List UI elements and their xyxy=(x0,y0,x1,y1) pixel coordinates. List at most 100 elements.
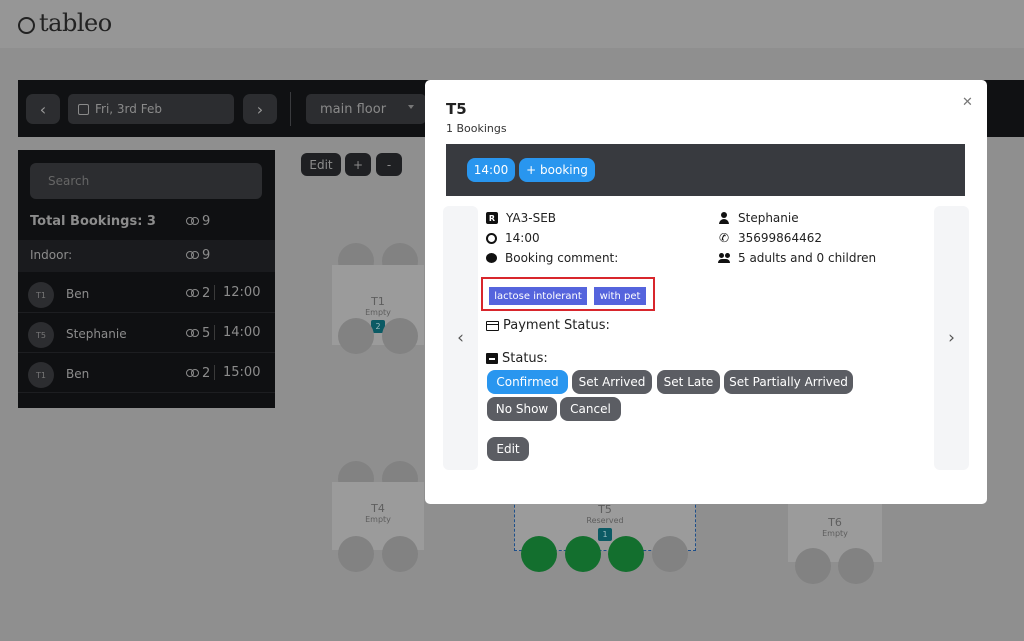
section-people: 9 xyxy=(186,248,210,263)
tag-with-pet[interactable]: with pet xyxy=(594,287,646,305)
chair xyxy=(652,536,688,572)
search-placeholder: Search xyxy=(48,174,90,188)
bookings-sidebar: Search Total Bookings: 3 9 Indoor: 9 T1 … xyxy=(18,150,275,408)
floor-edit-button[interactable]: Edit xyxy=(301,153,341,176)
set-partially-arrived-button[interactable]: Set Partially Arrived xyxy=(724,370,853,394)
table-booking-modal: T5 1 Bookings ✕ 14:00 + booking ‹ › R YA… xyxy=(425,80,987,504)
no-show-button[interactable]: No Show xyxy=(487,397,557,421)
people-icon xyxy=(186,328,199,339)
total-people: 9 xyxy=(186,214,210,229)
table-avatar: T1 xyxy=(28,282,54,308)
booking-time: 14:00 xyxy=(214,325,260,340)
archive-box-icon xyxy=(486,353,498,364)
phone-icon: ✆ xyxy=(718,231,730,245)
time-slot-pill[interactable]: 14:00 xyxy=(467,158,515,182)
party-size-value: 5 adults and 0 children xyxy=(738,251,877,265)
booking-row[interactable]: T5 Stephanie 5 14:00 xyxy=(18,313,275,353)
booking-row[interactable]: T1 Ben 2 12:00 xyxy=(18,273,275,313)
table-count-badge: 1 xyxy=(598,528,612,541)
add-booking-button[interactable]: + booking xyxy=(519,158,595,182)
status-label: Status: xyxy=(502,351,548,366)
chair xyxy=(382,318,418,354)
set-arrived-button[interactable]: Set Arrived xyxy=(572,370,652,394)
cancel-button[interactable]: Cancel xyxy=(560,397,621,421)
edit-booking-button[interactable]: Edit xyxy=(487,437,529,461)
guest-count-value: 2 xyxy=(202,286,211,301)
table-avatar: T5 xyxy=(28,322,54,348)
next-day-button[interactable]: › xyxy=(243,94,277,124)
floor-select[interactable]: main floor xyxy=(306,94,426,124)
guest-name: Stephanie xyxy=(66,327,127,341)
booking-time-bar: 14:00 + booking xyxy=(446,144,965,196)
chevron-left-icon: ‹ xyxy=(457,328,464,348)
guest-name-row: Stephanie xyxy=(718,211,799,225)
prev-day-button[interactable]: ‹ xyxy=(26,94,60,124)
chair xyxy=(338,536,374,572)
user-icon xyxy=(718,212,730,224)
modal-title: T5 xyxy=(446,100,467,118)
close-icon[interactable]: ✕ xyxy=(962,95,973,110)
party-size-row: 5 adults and 0 children xyxy=(718,251,876,265)
table-name: T1 xyxy=(371,295,385,308)
chair xyxy=(338,318,374,354)
people-icon xyxy=(186,288,199,299)
tag-lactose-intolerant[interactable]: lactose intolerant xyxy=(489,287,587,305)
chair-occupied xyxy=(565,536,601,572)
phone-row: ✆ 35699864462 xyxy=(718,231,822,245)
table-status: Empty xyxy=(365,515,391,524)
zoom-out-button[interactable]: - xyxy=(376,153,402,176)
people-icon xyxy=(186,368,199,379)
zoom-in-button[interactable]: + xyxy=(345,153,371,176)
guest-count: 2 xyxy=(186,366,210,381)
table-status: Empty xyxy=(822,529,848,538)
logo-text: tableo xyxy=(39,9,112,37)
carousel-next-button[interactable]: › xyxy=(934,206,969,470)
booking-comment-label: Booking comment: xyxy=(505,251,619,265)
booking-time: 15:00 xyxy=(214,365,260,380)
table-name: T6 xyxy=(828,516,842,529)
chair xyxy=(795,548,831,584)
table-name: T4 xyxy=(371,502,385,515)
status-confirmed-button[interactable]: Confirmed xyxy=(487,370,568,394)
alarm-clock-icon xyxy=(486,232,497,244)
booking-row[interactable]: T1 Ben 2 15:00 xyxy=(18,353,275,393)
carousel-prev-button[interactable]: ‹ xyxy=(443,206,478,470)
guest-count: 2 xyxy=(186,286,210,301)
chair-occupied xyxy=(521,536,557,572)
reservation-icon: R xyxy=(486,212,498,224)
chevron-right-icon: › xyxy=(948,328,955,348)
credit-card-icon xyxy=(486,320,499,331)
guest-count-value: 2 xyxy=(202,366,211,381)
booking-code: YA3-SEB xyxy=(506,211,557,225)
guest-name: Ben xyxy=(66,287,90,301)
guest-count-value: 5 xyxy=(202,326,211,341)
table-status: Reserved xyxy=(586,516,624,525)
section-label: Indoor: xyxy=(30,248,73,262)
date-picker[interactable]: Fri, 3rd Feb xyxy=(68,94,234,124)
table-name: T5 xyxy=(598,503,612,516)
chevron-right-icon: › xyxy=(256,99,264,119)
people-icon xyxy=(186,216,199,227)
set-late-button[interactable]: Set Late xyxy=(657,370,720,394)
date-label: Fri, 3rd Feb xyxy=(95,102,162,116)
toolbar-divider xyxy=(290,92,291,126)
total-people-count: 9 xyxy=(202,214,211,229)
payment-status-label: Payment Status: xyxy=(503,318,610,333)
logo[interactable]: tableo xyxy=(18,9,112,37)
table-avatar: T1 xyxy=(28,362,54,388)
booking-time-value: 14:00 xyxy=(505,231,540,245)
total-bookings-label: Total Bookings: 3 xyxy=(30,214,156,229)
search-input[interactable]: Search xyxy=(30,163,262,199)
booking-time-row: 14:00 xyxy=(486,231,540,245)
chair xyxy=(382,536,418,572)
people-icon xyxy=(186,250,199,261)
section-people-count: 9 xyxy=(202,248,211,263)
calendar-icon xyxy=(78,103,89,115)
payment-status-heading: Payment Status: xyxy=(486,318,610,333)
users-icon xyxy=(718,252,730,264)
tags-highlight: lactose intolerant with pet xyxy=(481,277,655,311)
booking-carousel: ‹ › R YA3-SEB 14:00 Booking comment: Ste… xyxy=(443,206,970,470)
floor-select-value: main floor xyxy=(320,101,387,117)
section-row-indoor[interactable]: Indoor: 9 xyxy=(18,240,275,272)
chair-occupied xyxy=(608,536,644,572)
